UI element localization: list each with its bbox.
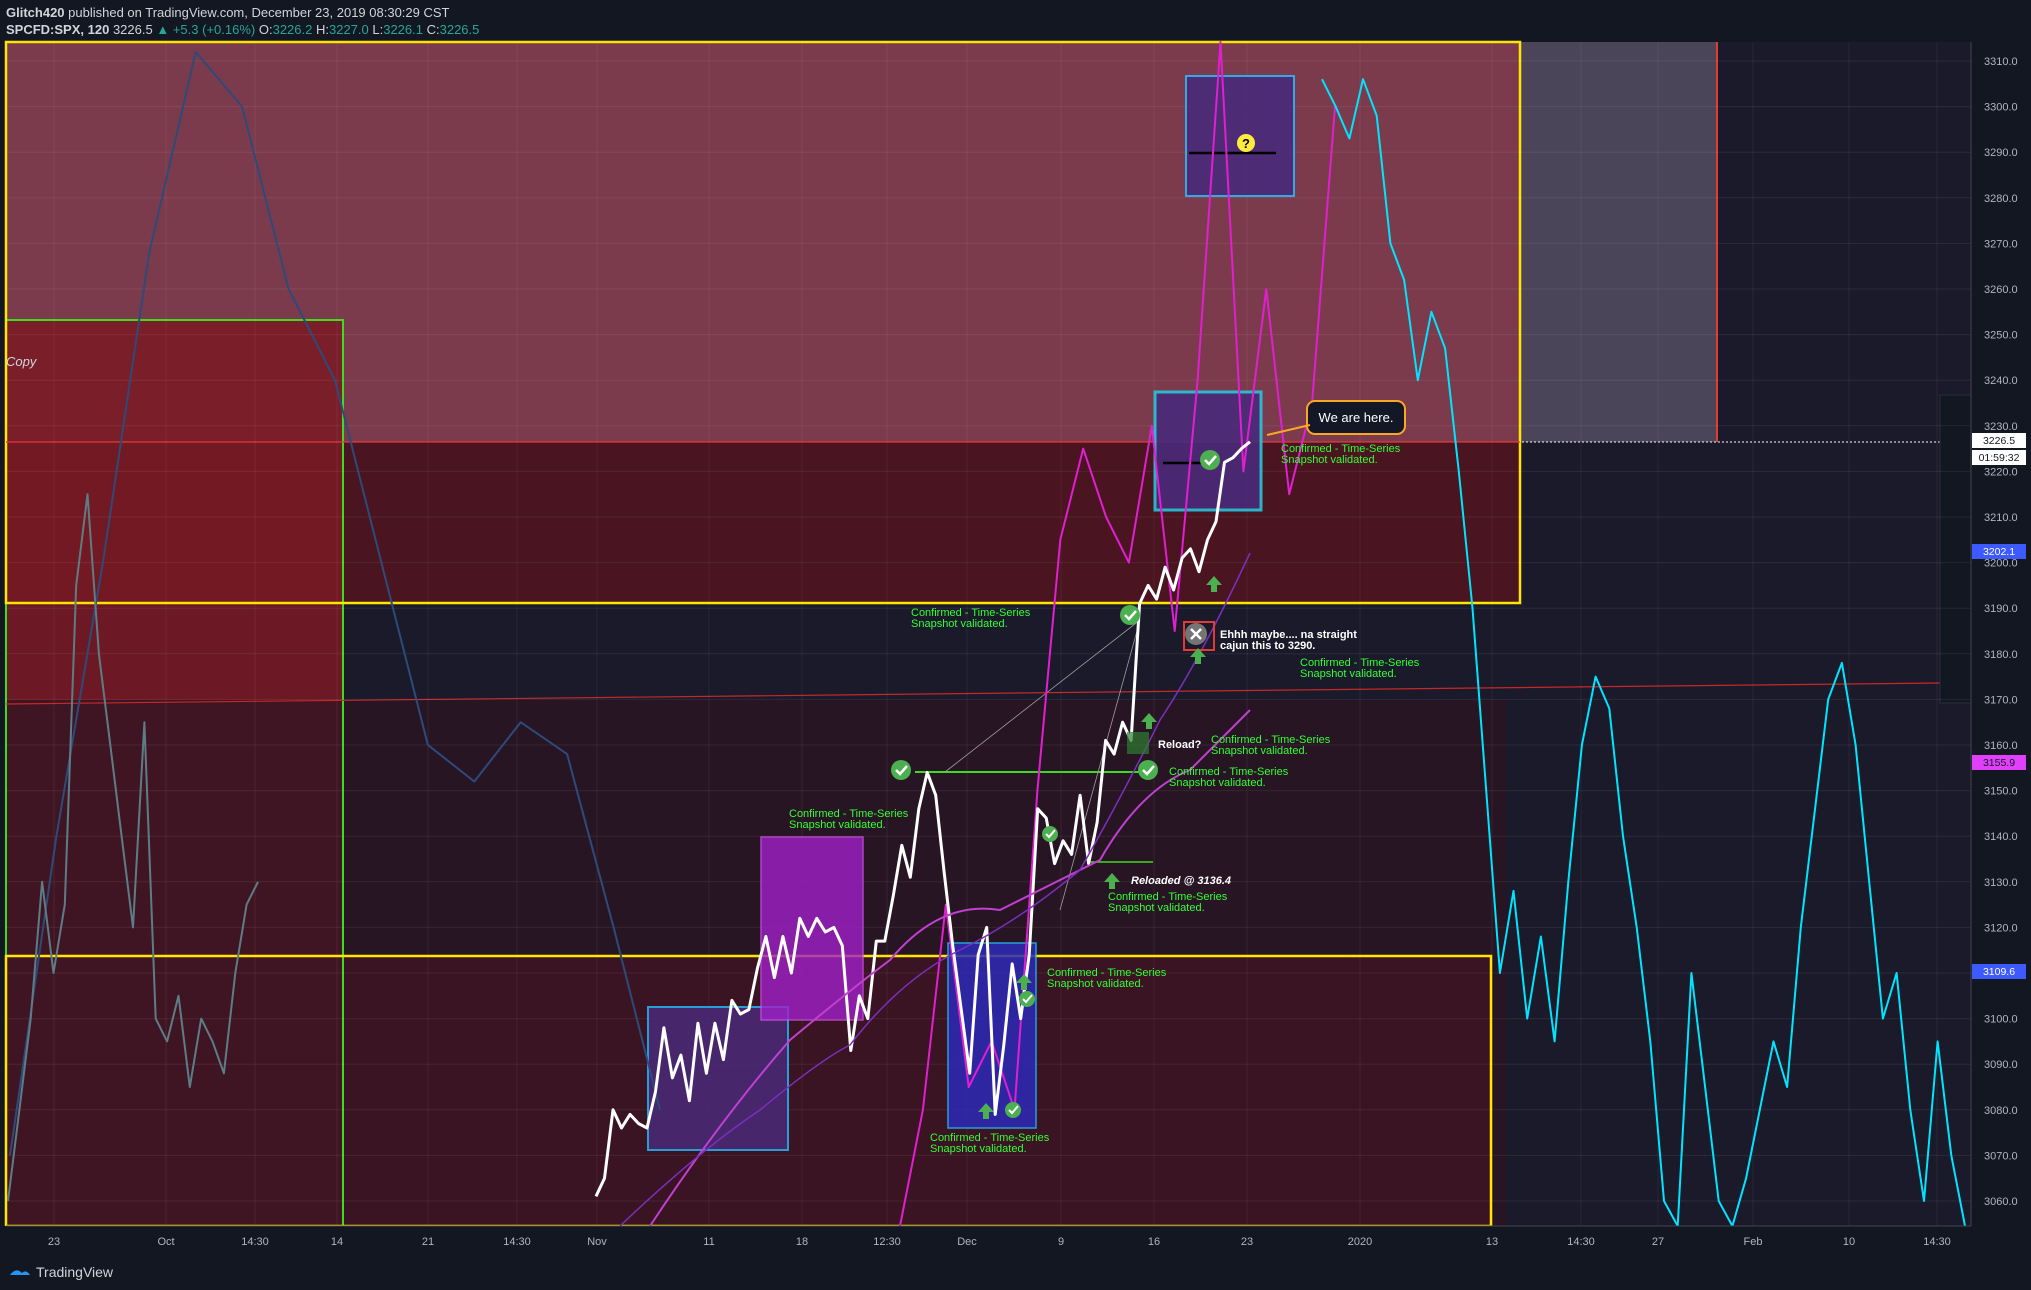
- brand-label: TradingView: [36, 1264, 114, 1280]
- question-mark: ?: [1242, 136, 1250, 151]
- bottom-red-zone: [343, 956, 1491, 1226]
- x-tick-label: 14:30: [1567, 1236, 1595, 1248]
- check-icon: [1120, 605, 1140, 625]
- x-tick-label: Oct: [157, 1236, 174, 1248]
- y-tick-label: 3160.0: [1984, 740, 2018, 752]
- y-tick-label: 3140.0: [1984, 831, 2018, 843]
- grey-zone: [1520, 42, 1717, 442]
- x-tick-label: 27: [1652, 1236, 1664, 1248]
- check-icon: [1019, 991, 1035, 1007]
- copy-label: Copy: [6, 354, 38, 369]
- y-tick-label: 3260.0: [1984, 284, 2018, 296]
- check-icon: [1005, 1102, 1021, 1118]
- tradingview-logo-icon: [10, 1270, 30, 1275]
- x-tick-label: Feb: [1744, 1236, 1763, 1248]
- target-box: [1185, 75, 1295, 197]
- x-tick-label: 14:30: [503, 1236, 531, 1248]
- price-tag-label: 3202.1: [1983, 546, 2015, 558]
- reload-box: [1127, 732, 1149, 754]
- x-tick-label: 16: [1148, 1236, 1160, 1248]
- y-tick-label: 3200.0: [1984, 558, 2018, 570]
- y-tick-label: 3190.0: [1984, 603, 2018, 615]
- y-tick-label: 3120.0: [1984, 922, 2018, 934]
- y-tick-label: 3210.0: [1984, 512, 2018, 524]
- confirm-line-2: Snapshot validated.: [911, 618, 1008, 630]
- x-tick-label: 11: [703, 1236, 714, 1248]
- confirm-line-2: Snapshot validated.: [1300, 668, 1397, 680]
- confirm-line-2: Snapshot validated.: [1211, 745, 1308, 757]
- y-tick-label: 3150.0: [1984, 786, 2018, 798]
- x-tick-label: 13: [1486, 1236, 1498, 1248]
- price-axis: 3060.03070.03080.03090.03100.03110.03120…: [1970, 42, 2031, 1226]
- y-tick-label: 3310.0: [1984, 56, 2018, 68]
- note-line-2: cajun this to 3290.: [1220, 640, 1315, 652]
- volume-profile-box: [1939, 394, 1972, 704]
- check-icon: [1138, 760, 1158, 780]
- tradingview-brand[interactable]: TradingView: [8, 1264, 113, 1280]
- check-icon: [891, 760, 911, 780]
- x-tick-label: 2020: [1348, 1236, 1372, 1248]
- y-tick-label: 3060.0: [1984, 1196, 2018, 1208]
- y-tick-label: 3240.0: [1984, 375, 2018, 387]
- check-icon: [1200, 450, 1220, 470]
- x-tick-label: 14:30: [1923, 1236, 1951, 1248]
- price-tag-label: 01:59:32: [1979, 452, 2020, 464]
- y-tick-label: 3170.0: [1984, 694, 2018, 706]
- confirm-line-2: Snapshot validated.: [1108, 902, 1205, 914]
- y-tick-label: 3280.0: [1984, 193, 2018, 205]
- y-tick-label: 3080.0: [1984, 1105, 2018, 1117]
- x-tick-label: 23: [48, 1236, 60, 1248]
- price-axis-bg: [1971, 42, 2031, 1226]
- y-tick-label: 3070.0: [1984, 1150, 2018, 1162]
- price-tag-label: 3226.5: [1983, 435, 2015, 447]
- x-tick-label: 9: [1058, 1236, 1064, 1248]
- x-tick-label: Nov: [587, 1236, 607, 1248]
- confirm-line-2: Snapshot validated.: [930, 1143, 1027, 1155]
- y-tick-label: 3180.0: [1984, 649, 2018, 661]
- confirm-line-2: Snapshot validated.: [1047, 978, 1144, 990]
- y-tick-label: 3220.0: [1984, 466, 2018, 478]
- x-tick-label: 14: [331, 1236, 343, 1248]
- x-tick-label: 14:30: [241, 1236, 269, 1248]
- y-tick-label: 3300.0: [1984, 102, 2018, 114]
- y-tick-label: 3130.0: [1984, 877, 2018, 889]
- confirm-line-2: Snapshot validated.: [789, 819, 886, 831]
- x-tick-label: 10: [1843, 1236, 1855, 1248]
- price-tag-label: 3109.6: [1983, 966, 2015, 978]
- x-tick-label: 18: [796, 1236, 808, 1248]
- callout-text: We are here.: [1319, 410, 1394, 425]
- y-tick-label: 3230.0: [1984, 421, 2018, 433]
- note-reloaded: Reloaded @ 3136.4: [1131, 875, 1231, 887]
- check-icon: [1042, 826, 1058, 842]
- y-tick-label: 3290.0: [1984, 147, 2018, 159]
- confirm-line-2: Snapshot validated.: [1169, 777, 1266, 789]
- price-chart[interactable]: Copy We are here. ? Confirmed - Time-Ser…: [0, 0, 2031, 1290]
- y-tick-label: 3270.0: [1984, 238, 2018, 250]
- y-tick-label: 3250.0: [1984, 330, 2018, 342]
- x-tick-label: Dec: [957, 1236, 977, 1248]
- y-tick-label: 3100.0: [1984, 1014, 2018, 1026]
- footer: TradingView: [0, 1254, 2031, 1290]
- x-tick-label: 12:30: [873, 1236, 901, 1248]
- x-tick-label: 21: [422, 1236, 434, 1248]
- time-axis: 23 Oct 14:30 14 21 14:30 Nov 11 18 12:30 Dec 9 16 23 2…: [0, 1225, 2031, 1254]
- x-tick-label: 23: [1241, 1236, 1253, 1248]
- price-tag-label: 3155.9: [1983, 757, 2015, 769]
- y-tick-label: 3090.0: [1984, 1059, 2018, 1071]
- note-reload: Reload?: [1158, 739, 1202, 751]
- time-axis-bg: [0, 1226, 2031, 1254]
- confirm-line-2: Snapshot validated.: [1281, 454, 1378, 466]
